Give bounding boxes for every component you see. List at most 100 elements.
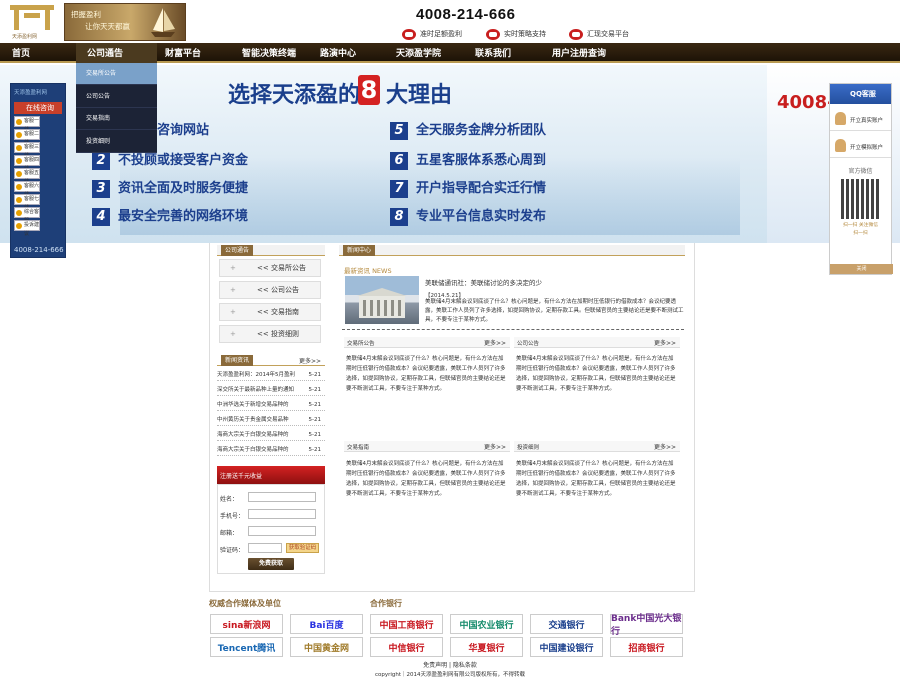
dropdown-item[interactable]: 公司公告 bbox=[76, 86, 157, 108]
block-more-link[interactable]: 更多>> bbox=[484, 442, 506, 451]
close-button[interactable]: 关闭 bbox=[830, 264, 893, 274]
nav-roadshow[interactable]: 路演中心 bbox=[320, 46, 356, 59]
hero-title-post: 大理由 bbox=[386, 83, 453, 108]
bank-logo-bocom[interactable]: 交通银行 bbox=[530, 614, 603, 634]
reason-7: 7 开户指导配合实迁行情 bbox=[390, 177, 546, 198]
phone-input[interactable] bbox=[248, 509, 316, 519]
bank-logo-ccb[interactable]: 中国建设银行 bbox=[530, 637, 603, 657]
sidebar-link-rules[interactable]: << 投资细则 bbox=[219, 325, 321, 343]
hero-title-pre: 选择天添盈的 bbox=[228, 83, 361, 108]
dropdown-item[interactable]: 交易指南 bbox=[76, 108, 157, 130]
get-captcha-button[interactable]: 获取验证码 bbox=[286, 543, 319, 553]
block-rules-bar: 投资细则 更多>> bbox=[514, 441, 680, 452]
banner-line-2: 让你天天都赢 bbox=[85, 22, 130, 31]
news-section-label: 新闻资讯 bbox=[221, 355, 254, 366]
block-more-link[interactable]: 更多>> bbox=[654, 442, 676, 451]
email-input[interactable] bbox=[248, 526, 316, 536]
site-logo[interactable]: 天添盈利网 bbox=[4, 3, 60, 43]
sidebar-link-exchange[interactable]: << 交易所公告 bbox=[219, 259, 321, 277]
block-company-bar: 公司公告 更多>> bbox=[514, 337, 680, 348]
news-row[interactable]: 中洲华选关于新增交易品种的 5-21 bbox=[217, 399, 325, 411]
bank-partners-label: 合作银行 bbox=[370, 599, 402, 608]
qq-service-button[interactable]: QQ客服 bbox=[830, 84, 891, 104]
bank-logo-icbc[interactable]: 中国工商银行 bbox=[370, 614, 443, 634]
notice-section-label: 公司通告 bbox=[221, 245, 254, 256]
main-nav: 首页 公司通告 财富平台 智能决策终端 路演中心 天添盈学院 联系我们 用户注册… bbox=[0, 43, 900, 63]
captcha-input[interactable] bbox=[248, 543, 282, 553]
service-line-5[interactable]: 客服五线 bbox=[14, 168, 40, 185]
qr-code-icon bbox=[840, 179, 881, 219]
latest-news-label: 最新资讯 NEWS bbox=[344, 267, 392, 275]
reason-3: 3 资讯全面及时服务便捷 bbox=[92, 177, 248, 198]
open-demo-account-button[interactable]: 开立模拟账户 bbox=[830, 131, 891, 158]
field-captcha-label: 验证码： bbox=[220, 547, 245, 554]
service-general[interactable]: 综合客服 bbox=[14, 207, 40, 224]
nav-wealth-platform[interactable]: 财富平台 bbox=[165, 46, 201, 59]
online-service-panel: 天添盈盈利网 在线咨询 客服一线 客服二线 客服三线 客服四线 客服五线 客服六… bbox=[10, 83, 66, 258]
name-input[interactable] bbox=[248, 492, 316, 502]
media-partners-label: 权威合作媒体及单位 bbox=[209, 599, 281, 608]
service-line-7[interactable]: 客服七线 bbox=[14, 194, 40, 211]
nav-company-notice[interactable]: 公司通告 bbox=[76, 43, 157, 63]
notice-section-bar: 公司通告 bbox=[217, 245, 325, 256]
partner-logo-gold[interactable]: 中国黄金网 bbox=[290, 637, 363, 657]
field-phone-label: 手机号： bbox=[220, 513, 245, 520]
submit-button[interactable]: 免费获取 bbox=[248, 558, 294, 570]
news-row[interactable]: 海商大宗关于白银交易品种的 5-21 bbox=[217, 444, 325, 456]
block-more-link[interactable]: 更多>> bbox=[484, 338, 506, 347]
partner-logo-tencent[interactable]: Tencent腾讯 bbox=[210, 637, 283, 657]
nav-decision-terminal[interactable]: 智能决策终端 bbox=[242, 46, 296, 59]
news-more-link[interactable]: 更多>> bbox=[299, 356, 321, 365]
partner-logo-sina[interactable]: sina新浪网 bbox=[210, 614, 283, 634]
dropdown-item[interactable]: 交易所公告 bbox=[76, 63, 157, 85]
partner-logo-baidu[interactable]: Bai百度 bbox=[290, 614, 363, 634]
bank-logo-citic[interactable]: 中信银行 bbox=[370, 637, 443, 657]
headline-title[interactable]: 美联储通讯社：美联储讨论的多决定的少 bbox=[425, 277, 542, 287]
headline-image[interactable] bbox=[345, 276, 419, 324]
bank-logo-abc[interactable]: 中国农业银行 bbox=[450, 614, 523, 634]
news-row[interactable]: 深交所关于最新品种上量的通知 5-21 bbox=[217, 384, 325, 396]
nav-contact[interactable]: 联系我们 bbox=[475, 46, 511, 59]
nav-home[interactable]: 首页 bbox=[12, 46, 30, 59]
footer-copyright: copyright｜2014天添盈盈利网有限公司版权所有，不得转载 bbox=[374, 672, 526, 678]
sidebar-link-guide[interactable]: << 交易指南 bbox=[219, 303, 321, 321]
service-line-4[interactable]: 客服四线 bbox=[14, 155, 40, 172]
sailboat-icon bbox=[151, 8, 175, 37]
reason-8: 8 专业平台信息实时发布 bbox=[390, 205, 546, 226]
banner-line-1: 把握盈利 bbox=[71, 10, 101, 19]
nav-academy[interactable]: 天添盈学院 bbox=[396, 46, 441, 59]
nav-register-query[interactable]: 用户注册查询 bbox=[552, 46, 606, 59]
divider bbox=[342, 329, 684, 330]
block-exchange-bar: 交易所公告 更多>> bbox=[344, 337, 510, 348]
block-exchange-text: 美联储4月末解会议到底谈了什么？核心问题是，有什么方法在加期时压低银行的借款成本… bbox=[346, 356, 506, 392]
service-panel-phone: 4008-214-666 bbox=[14, 246, 64, 254]
sidebar-link-company[interactable]: << 公司公告 bbox=[219, 281, 321, 299]
news-row[interactable]: 天添盈盈利网：2014年5月盈利 5-21 bbox=[217, 369, 325, 381]
company-notice-dropdown: 交易所公告 公司公告 交易指南 投资细则 bbox=[76, 63, 157, 153]
field-email-label: 邮箱： bbox=[220, 530, 239, 537]
ad-banner[interactable]: 把握盈利 让你天天都赢 bbox=[64, 3, 186, 41]
news-section-bar: 新闻资讯 更多>> bbox=[217, 355, 325, 366]
service-line-1[interactable]: 客服一线 bbox=[14, 116, 40, 133]
dropdown-item[interactable]: 投资细则 bbox=[76, 131, 157, 153]
service-line-2[interactable]: 客服二线 bbox=[14, 129, 40, 146]
news-row[interactable]: 中州黄历关于贵金属交易品种 5-21 bbox=[217, 414, 325, 426]
news-center-label: 新闻中心 bbox=[343, 245, 376, 256]
reason-5: 5 全天服务金牌分析团队 bbox=[390, 119, 546, 140]
block-more-link[interactable]: 更多>> bbox=[654, 338, 676, 347]
bank-logo-cmb[interactable]: 招商银行 bbox=[610, 637, 683, 657]
bank-logo-ceb[interactable]: Bank中国光大银行 bbox=[610, 614, 683, 637]
open-real-account-button[interactable]: 开立真实账户 bbox=[830, 104, 891, 131]
block-rules-text: 美联储4月末解会议到底谈了什么？核心问题是，有什么方法在加期时压低银行的借款成本… bbox=[516, 461, 676, 497]
reason-6: 6 五星客服体系悉心周到 bbox=[390, 149, 546, 170]
service-complaint[interactable]: 投诉建议 bbox=[14, 220, 40, 237]
feature-1: 准时足额盈利 bbox=[402, 27, 462, 41]
service-line-3[interactable]: 客服三线 bbox=[14, 142, 40, 159]
bank-logo-huaxia[interactable]: 华夏银行 bbox=[450, 637, 523, 657]
service-line-6[interactable]: 客服六线 bbox=[14, 181, 40, 198]
block-company-text: 美联储4月末解会议到底谈了什么？核心问题是，有什么方法在加期时压低银行的借款成本… bbox=[516, 356, 676, 392]
news-row[interactable]: 海商大宗关于白银交易品种的 5-21 bbox=[217, 429, 325, 441]
footer-links[interactable]: 免责声明 | 隐私条款 bbox=[0, 660, 900, 669]
hero-title-num: 8 bbox=[358, 75, 380, 105]
hotline-number: 4008-214-666 bbox=[416, 6, 516, 23]
